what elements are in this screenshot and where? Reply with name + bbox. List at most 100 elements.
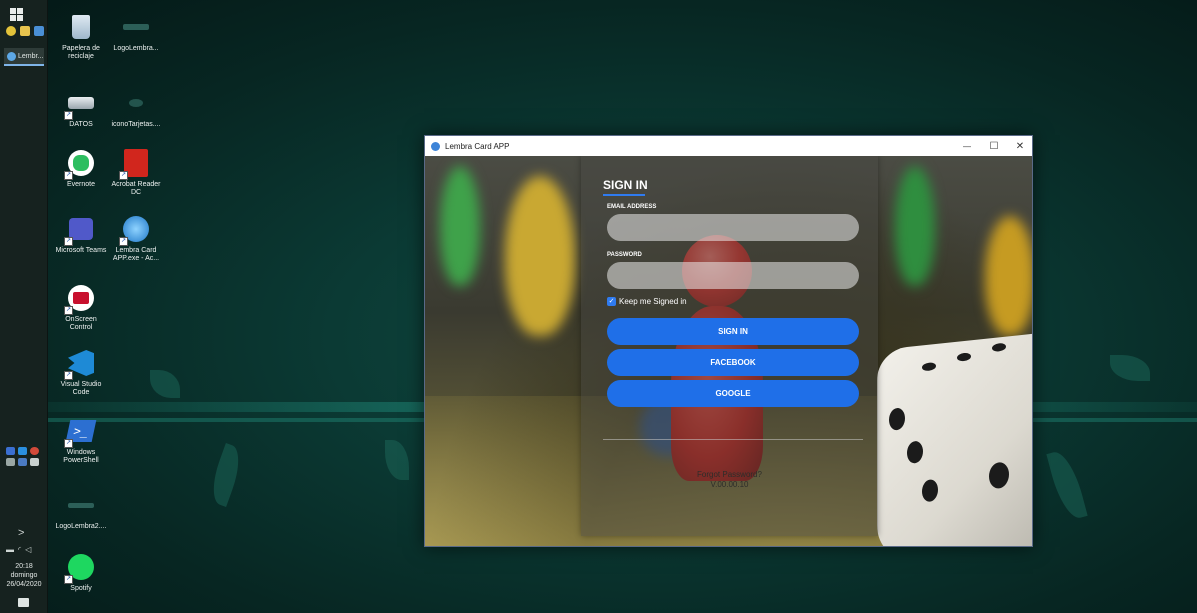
desktop-icon-label: Acrobat Reader DC xyxy=(111,181,161,196)
desktop-icon-label: LogoLembra2.... xyxy=(55,523,107,530)
desktop-icon-acrobat[interactable]: ↗ Acrobat Reader DC xyxy=(110,148,162,197)
facebook-button[interactable]: FACEBOOK xyxy=(607,349,859,376)
maximize-button[interactable]: ☐ xyxy=(981,136,1007,156)
forgot-password-link[interactable]: Forgot Password? xyxy=(581,470,878,480)
chrome-icon[interactable] xyxy=(6,26,16,36)
signin-button[interactable]: SIGN IN xyxy=(607,318,859,345)
desktop-icon-label: OnScreen Control xyxy=(65,316,97,331)
powershell-icon: >_ ↗ xyxy=(64,416,97,448)
shortcut-arrow-icon: ↗ xyxy=(64,111,73,120)
email-field[interactable] xyxy=(607,214,859,241)
desktop-icon-datos[interactable]: ↗ DATOS xyxy=(55,88,107,129)
image-file-icon xyxy=(121,88,151,118)
dice-pip xyxy=(957,352,971,362)
desktop-icon-label: Microsoft Teams xyxy=(55,247,107,254)
wallpaper-leaf xyxy=(1110,355,1150,381)
login-panel: SIGN IN EMAIL ADDRESS PASSWORD ✓ Keep me… xyxy=(581,156,878,536)
tray-icon[interactable] xyxy=(6,447,15,455)
desktop-icon-onscreen-control[interactable]: ↗ OnScreen Control xyxy=(55,283,107,332)
wallpaper-leaf xyxy=(1046,448,1088,522)
signin-heading: SIGN IN xyxy=(603,178,648,192)
clock-time: 20:18 xyxy=(15,563,33,570)
clock-date: 26/04/2020 xyxy=(6,581,42,588)
tray-icon[interactable] xyxy=(6,458,15,466)
battery-icon[interactable]: ▬ xyxy=(6,545,14,554)
version-label: V.00.00.10 xyxy=(710,480,749,489)
lembra-card-app-window: Lembra Card APP — ☐ ✕ SIGN IN EMAIL ADDR… xyxy=(424,135,1033,547)
vscode-icon: ↗ xyxy=(64,348,96,380)
tray-icon[interactable] xyxy=(18,458,27,466)
image-file-icon xyxy=(66,490,96,520)
desktop-icon-recycle-bin[interactable]: Papelera de reciclaje xyxy=(55,12,107,61)
desktop-icon-label: iconoTarjetas.... xyxy=(111,121,161,128)
login-screen: SIGN IN EMAIL ADDRESS PASSWORD ✓ Keep me… xyxy=(425,156,1032,546)
shortcut-arrow-icon: ↗ xyxy=(64,575,73,584)
dice-pip xyxy=(922,478,938,503)
desktop-icon-label: LogoLembra... xyxy=(113,45,159,52)
shortcut-arrow-icon: ↗ xyxy=(64,306,73,315)
desktop-icon-logolembra2[interactable]: LogoLembra2.... xyxy=(55,490,107,531)
dice-pip xyxy=(907,440,923,465)
dice-pip xyxy=(889,407,905,431)
evernote-icon: ↗ xyxy=(64,148,96,180)
shortcut-arrow-icon: ↗ xyxy=(119,171,128,180)
taskbar: Lembr... > ▬ ◜ ◁ 20:18 domingo 26/04/202… xyxy=(0,0,48,613)
desktop-icon-vscode[interactable]: ↗ Visual Studio Code xyxy=(55,348,107,397)
teams-icon: ↗ xyxy=(64,214,96,246)
keep-signed-in-checkbox[interactable]: ✓ Keep me Signed in xyxy=(607,297,687,306)
desktop-icon-label: DATOS xyxy=(69,121,93,128)
shortcut-arrow-icon: ↗ xyxy=(64,439,73,448)
yellow-pawn-blur xyxy=(985,216,1032,336)
email-label: EMAIL ADDRESS xyxy=(607,204,657,210)
desktop-icon-evernote[interactable]: ↗ Evernote xyxy=(55,148,107,189)
keep-signed-in-label: Keep me Signed in xyxy=(619,297,687,306)
taskbar-clock[interactable]: 20:18 domingo 26/04/2020 xyxy=(0,562,48,589)
vscode-tray-icon[interactable] xyxy=(18,447,27,455)
start-button[interactable] xyxy=(10,8,24,22)
file-explorer-icon[interactable] xyxy=(20,26,30,36)
drive-icon: ↗ xyxy=(64,88,96,120)
checkbox-checked-icon: ✓ xyxy=(607,297,616,306)
desktop-icon-label: Windows PowerShell xyxy=(63,449,99,464)
panel-divider xyxy=(603,439,863,440)
dice-pip xyxy=(989,461,1009,490)
wifi-icon[interactable]: ◜ xyxy=(18,545,21,554)
password-label: PASSWORD xyxy=(607,252,642,258)
shortcut-arrow-icon: ↗ xyxy=(64,371,73,380)
window-titlebar[interactable]: Lembra Card APP — ☐ ✕ xyxy=(425,136,1032,156)
tray-icon[interactable] xyxy=(30,458,39,466)
desktop-icon-spotify[interactable]: ↗ Spotify xyxy=(55,552,107,593)
wallpaper-leaf xyxy=(205,443,247,507)
recycle-bin-icon xyxy=(66,12,96,42)
desktop-icon-lembra-card-app[interactable]: ↗ Lembra Card APP.exe - Ac... xyxy=(110,214,162,263)
action-center-icon[interactable] xyxy=(18,598,29,607)
desktop-icon-iconotarjetas[interactable]: iconoTarjetas.... xyxy=(110,88,162,129)
system-tray: ▬ ◜ ◁ xyxy=(6,545,31,554)
desktop-icon-label: Papelera de reciclaje xyxy=(62,45,100,60)
spotify-icon: ↗ xyxy=(64,552,96,584)
minimize-button[interactable]: — xyxy=(954,136,980,156)
google-button[interactable]: GOOGLE xyxy=(607,380,859,407)
desktop-icon-label: Lembra Card APP.exe - Ac... xyxy=(112,247,160,262)
desktop-icon-teams[interactable]: ↗ Microsoft Teams xyxy=(55,214,107,255)
green-pawn-blur xyxy=(440,166,480,286)
taskbar-app-label: Lembr... xyxy=(18,52,44,60)
chrome-tray-icon[interactable] xyxy=(30,447,39,455)
clock-day: domingo xyxy=(10,572,38,579)
monitor-icon[interactable] xyxy=(34,26,44,36)
desktop-icon-label: Visual Studio Code xyxy=(60,381,102,396)
volume-icon[interactable]: ◁ xyxy=(25,545,31,554)
show-hidden-icons-chevron-icon[interactable]: > xyxy=(18,527,24,539)
dice-image xyxy=(877,331,1032,546)
lembra-app-icon: ↗ xyxy=(119,214,151,246)
lembra-app-icon xyxy=(7,51,16,61)
password-field[interactable] xyxy=(607,262,859,289)
desktop-icon-logolembra[interactable]: LogoLembra... xyxy=(110,12,162,53)
dice-pip xyxy=(992,342,1006,353)
onscreen-control-icon: ↗ xyxy=(64,283,96,315)
image-file-icon xyxy=(121,12,151,42)
taskbar-pinned-apps xyxy=(6,26,44,36)
taskbar-app-lembra[interactable]: Lembr... xyxy=(4,48,44,66)
desktop-icon-powershell[interactable]: >_ ↗ Windows PowerShell xyxy=(55,416,107,465)
close-button[interactable]: ✕ xyxy=(1007,136,1033,156)
